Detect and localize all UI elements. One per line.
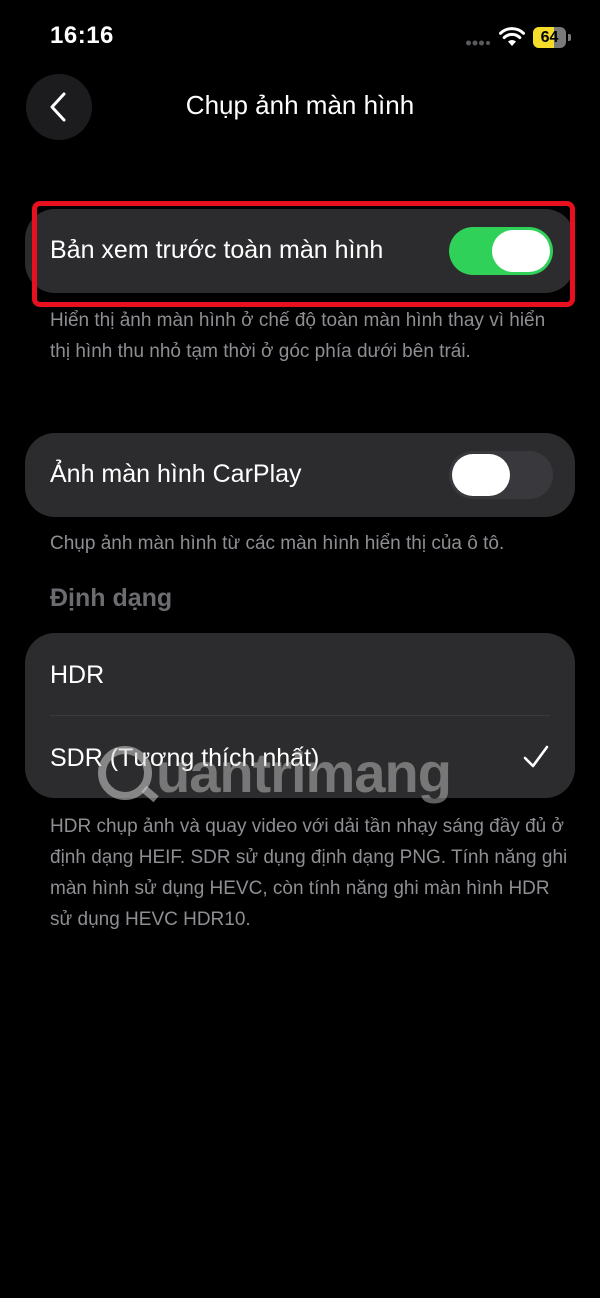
- carplay-toggle[interactable]: [449, 451, 553, 499]
- watermark-logo: uantrimang: [98, 740, 458, 810]
- status-time: 16:16: [50, 22, 114, 49]
- carplay-row[interactable]: Ảnh màn hình CarPlay: [25, 433, 575, 517]
- wifi-icon: [499, 27, 525, 46]
- carplay-label: Ảnh màn hình CarPlay: [50, 460, 302, 488]
- page-title: Chụp ảnh màn hình: [185, 90, 415, 120]
- carplay-description: Chụp ảnh màn hình từ các màn hình hiển t…: [50, 533, 505, 554]
- watermark-text: uantrimang: [156, 741, 452, 804]
- cellular-signal-icon: [466, 40, 490, 46]
- checkmark-icon: [523, 745, 549, 768]
- format-description: HDR chụp ảnh và quay video với dải tần n…: [50, 816, 568, 930]
- format-option-hdr[interactable]: HDR: [25, 633, 575, 715]
- format-option-label: HDR: [50, 661, 105, 689]
- fullscreen-preview-description: Hiển thị ảnh màn hình ở chế độ toàn màn …: [50, 310, 546, 362]
- status-bar: 16:16 64: [0, 0, 600, 76]
- watermark-q-icon: [98, 746, 152, 800]
- battery-icon: 64: [533, 27, 571, 48]
- battery-level: 64: [540, 29, 559, 46]
- highlight-frame: [32, 201, 575, 307]
- format-section-header: Định dạng: [50, 584, 173, 612]
